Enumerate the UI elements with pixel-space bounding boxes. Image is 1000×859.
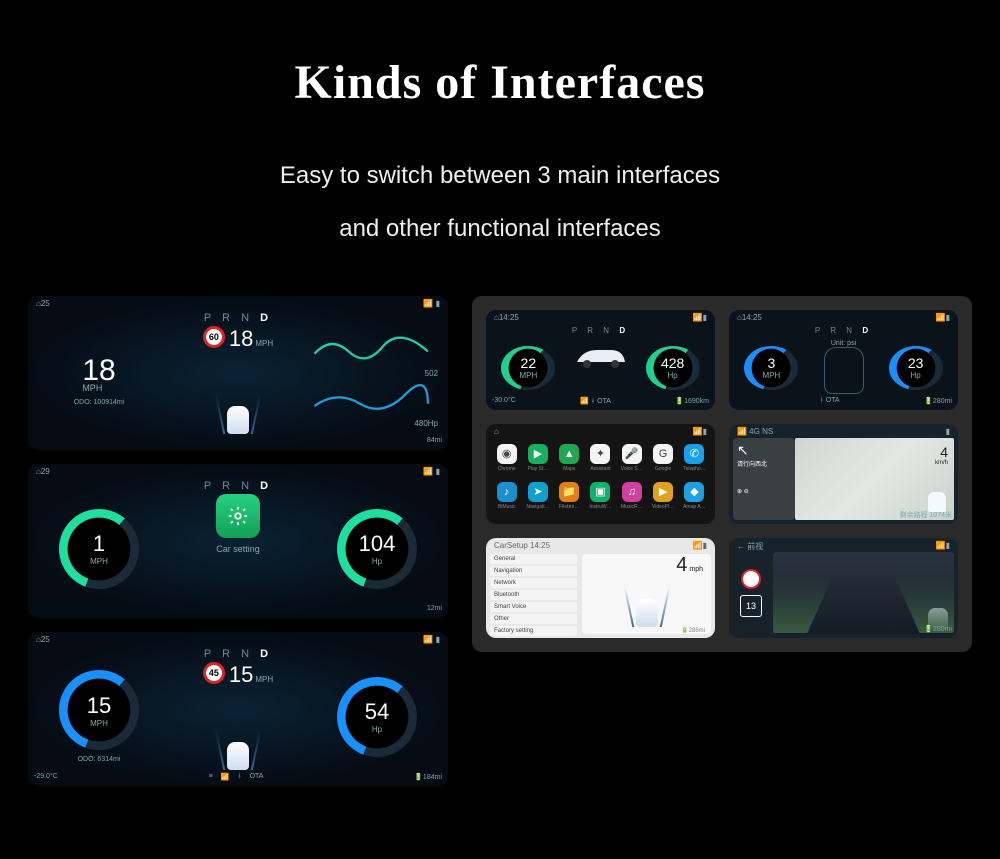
power-graph: 502 480Hp bbox=[304, 330, 438, 430]
settings-item[interactable]: Navigation bbox=[490, 566, 577, 576]
app-chrome[interactable]: ◉Chrome bbox=[494, 444, 519, 478]
settings-item[interactable]: General bbox=[490, 554, 577, 564]
speed-limit-sign bbox=[741, 569, 761, 589]
app-voices[interactable]: 🎤Voice S… bbox=[619, 444, 644, 478]
gear-indicator: P R N D bbox=[28, 312, 448, 324]
adas-distance-icon: 13 bbox=[740, 595, 762, 617]
settings-item[interactable]: Factory setting bbox=[490, 626, 577, 636]
settings-item[interactable]: Smart Voice bbox=[490, 602, 577, 612]
thumb-settings[interactable]: CarSetup 14:25📶▮ GeneralNavigationNetwor… bbox=[486, 538, 715, 638]
car-side-icon bbox=[573, 340, 629, 370]
app-musicr[interactable]: ♫MusicR… bbox=[619, 482, 644, 516]
app-grid: ◉Chrome▶Play St… ▲Maps✦Assistant🎤Voice S…… bbox=[494, 444, 707, 516]
app-videopl[interactable]: ▶VideoPl… bbox=[650, 482, 675, 516]
car-icon bbox=[219, 394, 257, 434]
bottom-shortcut-icons[interactable]: ≡ 📶 ᚼ OTA bbox=[209, 773, 264, 781]
speed-limit-sign: 60 bbox=[203, 326, 225, 348]
speed-limit-sign: 45 bbox=[203, 662, 225, 684]
home-icon: ⌂25 bbox=[36, 299, 50, 313]
app-google[interactable]: GGoogle bbox=[650, 444, 675, 478]
thumb-gauge-dark[interactable]: ⌂14:25📶▮ P R N D 22MPH 428Hp -30.0°C📶 ᚼ … bbox=[486, 310, 715, 410]
odometer: ODO: 100914mi bbox=[74, 399, 125, 406]
settings-item[interactable]: Bluetooth bbox=[490, 590, 577, 600]
dashboard-graph-theme[interactable]: ⌂25 📶 ▮ P R N D 18MPH ODO: 100914mi 60 1… bbox=[28, 296, 448, 450]
app-assistant[interactable]: ✦Assistant bbox=[588, 444, 613, 478]
app-playst[interactable]: ▶Play St… bbox=[525, 444, 550, 478]
temperature-readout: -29.0°C bbox=[34, 773, 58, 780]
left-speed-box: 18MPH ODO: 100914mi bbox=[36, 332, 162, 430]
subtitle-line-1: Easy to switch between 3 main interfaces bbox=[280, 162, 720, 189]
wifi-icon[interactable]: 📶 bbox=[221, 773, 230, 781]
range-readout: 184mi bbox=[423, 774, 442, 781]
car-setting-icon[interactable] bbox=[216, 494, 260, 538]
app-instruw[interactable]: ▣InstruW… bbox=[588, 482, 613, 516]
status-bar: ⌂25 📶 ▮ bbox=[32, 299, 444, 313]
dashboard-twin-gauge-theme[interactable]: ⌂29📶 ▮ P R N D 1MPH Car setting 104Hp 12… bbox=[28, 464, 448, 618]
app-btmusic[interactable]: ♪BtMusic bbox=[494, 482, 519, 516]
page-subtitle: Easy to switch between 3 main interfaces… bbox=[0, 150, 1000, 256]
content-row: ⌂25 📶 ▮ P R N D 18MPH ODO: 100914mi 60 1… bbox=[0, 256, 1000, 786]
bluetooth-icon[interactable]: ᚼ bbox=[237, 773, 241, 781]
settings-item[interactable]: Other bbox=[490, 614, 577, 624]
car-setting-label: Car setting bbox=[216, 544, 260, 554]
header: Kinds of Interfaces Easy to switch betwe… bbox=[0, 0, 1000, 256]
center-lane-view: 60 18MPH bbox=[167, 326, 310, 434]
tpms-unit-label: Unit: psi bbox=[831, 340, 856, 347]
app-filebro[interactable]: 📁Filebro… bbox=[557, 482, 582, 516]
settings-item[interactable]: Network bbox=[490, 578, 577, 588]
thumb-app-launcher[interactable]: ⌂📶▮ ◉Chrome▶Play St…▲Maps✦Assistant🎤Voic… bbox=[486, 424, 715, 524]
settings-list[interactable]: General Navigation Network Bluetooth Smart V… bbox=[490, 554, 577, 634]
signal-icon: 📶 ▮ bbox=[423, 299, 440, 313]
app-amapa[interactable]: ◆Amap A… bbox=[682, 482, 707, 516]
thumb-navigation[interactable]: 📶 4G NS▮ ↖ 请行向西北 ⊕ ⊖ 4km/h 剩余路程 1074米 bbox=[729, 424, 958, 524]
dashboard-blue-gauge-theme[interactable]: ⌂25📶 ▮ P R N D 15MPH ODO: 6314mi 45 15MP… bbox=[28, 632, 448, 786]
main-interfaces-column: ⌂25 📶 ▮ P R N D 18MPH ODO: 100914mi 60 1… bbox=[28, 296, 448, 786]
page-title: Kinds of Interfaces bbox=[0, 55, 1000, 110]
car-outline-icon bbox=[824, 347, 864, 394]
app-navigati[interactable]: ➤Navigati… bbox=[525, 482, 550, 516]
thumb-tpms[interactable]: ⌂14:25📶▮ P R N D 3MPH Unit: psi 23Hp ᚼ O… bbox=[729, 310, 958, 410]
nav-mini-speed: 4km/h bbox=[935, 444, 948, 466]
bottom-bar: 84mi bbox=[34, 434, 442, 448]
app-telepho[interactable]: ✆Telepho… bbox=[682, 444, 707, 478]
headlight-icon[interactable]: ≡ bbox=[209, 773, 213, 781]
settings-preview: 4mph 🔋286mi bbox=[582, 554, 711, 634]
right-gauge: 104Hp bbox=[314, 500, 440, 598]
other-interfaces-grid: ⌂14:25📶▮ P R N D 22MPH 428Hp -30.0°C📶 ᚼ … bbox=[472, 296, 972, 652]
app-maps[interactable]: ▲Maps bbox=[557, 444, 582, 478]
subtitle-line-2: and other functional interfaces bbox=[339, 215, 661, 242]
ota-button[interactable]: OTA bbox=[250, 773, 264, 781]
range-readout: 84mi bbox=[427, 437, 442, 444]
left-gauge: 1MPH bbox=[36, 500, 162, 598]
thumb-camera[interactable]: ← 前视📶▮ 13 🔋280mi bbox=[729, 538, 958, 638]
